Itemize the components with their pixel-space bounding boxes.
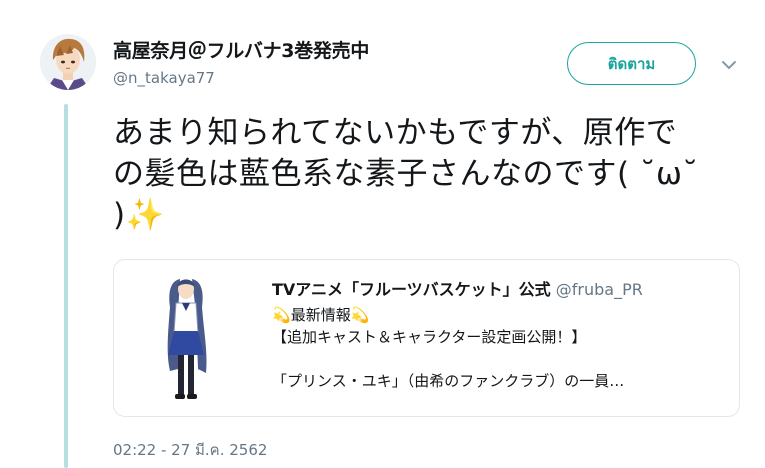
tweet-text-fragment: ) (113, 197, 126, 233)
quoted-handle: @fruba_PR (555, 280, 643, 299)
display-name[interactable]: 高屋奈月＠フルバナ3巻発売中 (113, 36, 369, 63)
tweet-text-line: あまり知られてないかもですが、原作で (113, 115, 678, 151)
tweet-text-line: の髪色は藍色系な素子さんなのです( ˘ω˘ (113, 156, 699, 192)
user-handle[interactable]: @n_takaya77 (113, 69, 215, 87)
chevron-down-icon[interactable] (718, 56, 740, 74)
quoted-text-fragment: 最新情報 (290, 306, 351, 324)
tweet-timestamp[interactable]: 02:22 - 27 มี.ค. 2562 (113, 438, 267, 462)
thread-line (64, 104, 68, 468)
follow-button[interactable]: ติดตาม (567, 42, 696, 85)
quoted-tweet-body: TVアニメ「フルーツバスケット」公式 @fruba_PR 💫最新情報💫 【追加キ… (272, 276, 722, 392)
sparkles-icon: ✨ (125, 197, 165, 233)
quoted-text-line: 【追加キャスト＆キャラクター設定画公開！】 (272, 328, 587, 346)
quoted-tweet-image[interactable] (130, 273, 242, 405)
avatar[interactable] (40, 34, 96, 90)
tweet-text-line: )✨ (113, 195, 733, 236)
quoted-text-line: 💫最新情報💫 (272, 304, 722, 326)
quoted-tweet-card[interactable]: TVアニメ「フルーツバスケット」公式 @fruba_PR 💫最新情報💫 【追加キ… (113, 259, 740, 417)
dizzy-icon: 💫 (272, 306, 291, 324)
quoted-text-spacer (272, 348, 722, 370)
quoted-display-name: TVアニメ「フルーツバスケット」公式 (272, 280, 551, 299)
dizzy-icon: 💫 (350, 306, 370, 324)
tweet-text: あまり知られてないかもですが、原作で の髪色は藍色系な素子さんなのです( ˘ω˘… (113, 113, 733, 236)
quoted-tweet-header: TVアニメ「フルーツバスケット」公式 @fruba_PR (272, 276, 722, 300)
quoted-text-line: 「プリンス・ユキ」（由希のファンクラブ）の一員… (272, 372, 625, 390)
